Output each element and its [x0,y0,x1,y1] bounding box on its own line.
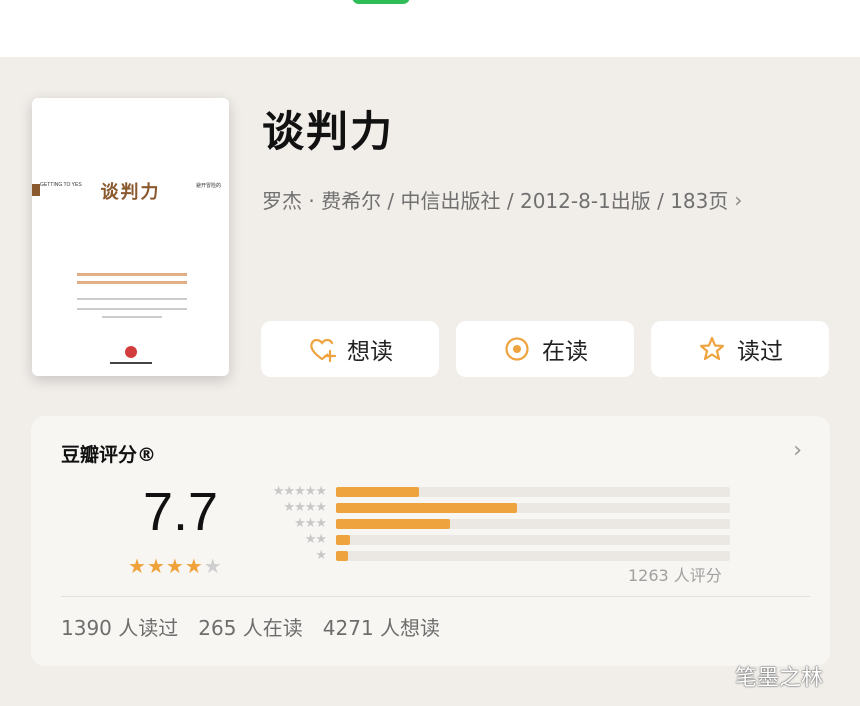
chevron-right-icon: › [734,187,743,212]
rating-bar-fill [336,535,350,545]
cover-line [77,281,187,284]
rating-row-stars: ★★ [304,532,327,547]
rating-row-stars: ★★★ [294,516,327,531]
rating-bar-track [336,535,730,545]
stat-want[interactable]: 4271 人想读 [323,612,440,641]
cover-line [77,273,187,276]
rating-count: 1263 人评分 [628,566,722,585]
rating-row-stars: ★★★★★ [272,484,327,499]
reading-label: 在读 [542,339,588,365]
cover-publisher [110,362,152,364]
rating-bar-fill [336,487,419,497]
reader-stats: 1390 人读过 265 人在读 4271 人想读 [61,612,440,641]
stat-reading[interactable]: 265 人在读 [198,612,303,641]
top-bar [0,0,860,57]
star-icon: ★ [128,554,147,578]
watermark: 笔墨之林 [735,666,824,691]
cover-line [77,308,187,310]
star-outline-icon [697,334,727,364]
want-to-read-button[interactable]: 想读 [261,321,439,377]
star-icon: ★ [165,554,185,578]
star-icon: ★ [146,554,166,578]
have-read-button[interactable]: 读过 [651,321,829,377]
rating-card[interactable]: 豆瓣评分® › 7.7 ★★★★★ ★★★★★ ★★★★ ★★★ ★★ ★ 1263 人… [31,416,830,666]
cover-line [102,316,162,318]
rating-bar-fill [336,503,518,513]
reading-button[interactable]: 在读 [456,321,634,377]
rating-row-stars: ★★★★ [283,500,327,515]
star-icon: ★ [184,554,204,578]
target-circle-icon [502,334,532,364]
cover-line [77,298,187,300]
rating-stars: ★★★★★ [128,554,223,578]
stat-read[interactable]: 1390 人读过 [61,612,178,641]
rating-bar-fill [336,519,451,529]
rating-bar-track [336,551,730,561]
rating-row-stars: ★ [315,548,327,563]
book-cover[interactable]: GETTING TO YES 谈判力 避开冒险的 [32,98,229,376]
star-icon: ★ [203,554,223,578]
rating-heading: 豆瓣评分® [61,444,157,466]
book-meta[interactable]: 罗杰 · 费希尔 / 中信出版社 / 2012-8-1出版 / 183页 › [262,185,742,214]
have-read-label: 读过 [737,339,783,365]
cover-right-text: 避开冒险的 [195,183,221,189]
status-pill[interactable] [352,0,410,4]
want-to-read-label: 想读 [347,339,393,365]
book-meta-text: 罗杰 · 费希尔 / 中信出版社 / 2012-8-1出版 / 183页 [262,189,729,213]
chevron-right-icon[interactable]: › [793,438,802,463]
rating-bar-fill [336,551,348,561]
rating-score: 7.7 [143,482,219,542]
heart-plus-icon [307,334,337,364]
divider [61,596,810,597]
publisher-logo-icon [125,346,137,358]
book-title: 谈判力 [262,107,395,156]
